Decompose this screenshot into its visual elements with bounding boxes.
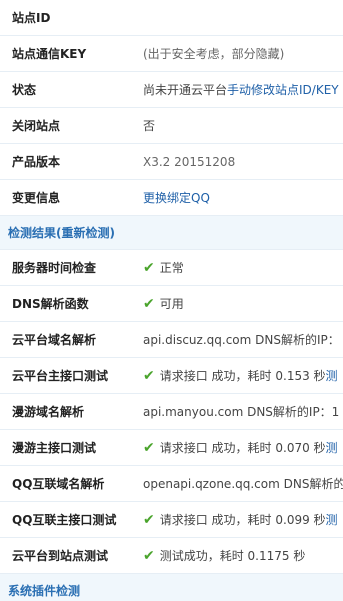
label-close-site: 关闭站点 — [12, 119, 61, 133]
row-site-id: 站点ID — [0, 0, 343, 36]
cloud-platform-diagnostics: 站点ID 站点通信KEY (出于安全考虑，部分隐藏) 状态 尚未开通云平台 手动… — [0, 0, 343, 601]
value-dns-function: ✔ 可用 — [133, 295, 184, 312]
label-site-key: 站点通信KEY — [12, 47, 87, 61]
label-status: 状态 — [12, 83, 37, 97]
row-close-site: 关闭站点 否 — [0, 108, 343, 144]
detect-results-title: 检测结果( — [8, 226, 62, 240]
detect-results-title-end: ) — [109, 225, 115, 240]
dns-function-status: 可用 — [159, 297, 184, 311]
label-cloud-domain-resolve: 云平台域名解析 — [12, 333, 97, 347]
row-cloud-to-site-test: 云平台到站点测试 ✔ 测试成功，耗时 0.1175 秒 — [0, 538, 343, 574]
row-manyou-main-api-test: 漫游主接口测试 ✔ 请求接口 成功，耗时 0.070 秒 测 — [0, 430, 343, 466]
row-qq-connect-main-api-test: QQ互联主接口测试 ✔ 请求接口 成功，耗时 0.099 秒 测 — [0, 502, 343, 538]
label-site-id: 站点ID — [12, 11, 51, 25]
label-manyou-main-api-test: 漫游主接口测试 — [12, 441, 97, 455]
change-bound-qq-link[interactable]: 更换绑定QQ — [143, 189, 210, 206]
system-plugin-check-title: 系统插件检测 — [8, 584, 81, 598]
value-server-time-check: ✔ 正常 — [133, 259, 184, 276]
check-icon: ✔ — [143, 511, 155, 528]
system-plugin-check-header: 系统插件检测 — [0, 574, 343, 601]
label-manyou-domain-resolve: 漫游域名解析 — [12, 405, 85, 419]
label-product-version: 产品版本 — [12, 155, 61, 169]
value-cloud-domain-resolve: api.discuz.qq.com DNS解析的IP： — [143, 333, 340, 347]
manyou-main-api-test-link[interactable]: 测 — [326, 439, 338, 456]
check-icon: ✔ — [143, 259, 155, 276]
detect-results-header: 检测结果( 重新检测 ) — [0, 216, 343, 250]
row-cloud-main-api-test: 云平台主接口测试 ✔ 请求接口 成功，耗时 0.153 秒 测 — [0, 358, 343, 394]
row-dns-function: DNS解析函数 ✔ 可用 — [0, 286, 343, 322]
row-site-key: 站点通信KEY (出于安全考虑，部分隐藏) — [0, 36, 343, 72]
value-manyou-domain-resolve: api.manyou.com DNS解析的IP：1 — [143, 405, 340, 419]
row-manyou-domain-resolve: 漫游域名解析 api.manyou.com DNS解析的IP：1 — [0, 394, 343, 430]
cloud-main-api-test-link[interactable]: 测 — [326, 367, 338, 384]
qq-connect-main-api-test-link[interactable]: 测 — [326, 511, 338, 528]
cloud-main-api-result: 请求接口 成功，耗时 0.153 秒 — [159, 369, 326, 383]
value-change-info: 更换绑定QQ — [133, 189, 210, 206]
status-text: 尚未开通云平台 — [143, 83, 228, 97]
check-icon: ✔ — [143, 295, 155, 312]
value-product-version: X3.2 20151208 — [143, 154, 236, 169]
edit-site-id-key-link[interactable]: 手动修改站点ID/KEY — [227, 81, 339, 98]
value-qq-connect-main-api-test: ✔ 请求接口 成功，耗时 0.099 秒 测 — [133, 511, 338, 528]
manyou-main-api-result: 请求接口 成功，耗时 0.070 秒 — [159, 441, 326, 455]
value-status: 尚未开通云平台 手动修改站点ID/KEY — [133, 81, 339, 98]
server-time-status: 正常 — [159, 261, 184, 275]
label-cloud-to-site-test: 云平台到站点测试 — [12, 549, 109, 563]
row-change-info: 变更信息 更换绑定QQ — [0, 180, 343, 216]
label-change-info: 变更信息 — [12, 191, 61, 205]
label-qq-connect-main-api-test: QQ互联主接口测试 — [12, 513, 117, 527]
label-server-time-check: 服务器时间检查 — [12, 261, 97, 275]
check-icon: ✔ — [143, 367, 155, 384]
value-site-key: (出于安全考虑，部分隐藏) — [143, 47, 285, 61]
recheck-link[interactable]: 重新检测 — [62, 224, 110, 241]
cloud-to-site-result: 测试成功，耗时 0.1175 秒 — [159, 549, 306, 563]
label-qq-connect-domain-resolve: QQ互联域名解析 — [12, 477, 105, 491]
label-cloud-main-api-test: 云平台主接口测试 — [12, 369, 109, 383]
row-server-time-check: 服务器时间检查 ✔ 正常 — [0, 250, 343, 286]
qq-connect-main-api-result: 请求接口 成功，耗时 0.099 秒 — [159, 513, 326, 527]
value-cloud-to-site-test: ✔ 测试成功，耗时 0.1175 秒 — [133, 547, 305, 564]
row-status: 状态 尚未开通云平台 手动修改站点ID/KEY — [0, 72, 343, 108]
check-icon: ✔ — [143, 439, 155, 456]
row-product-version: 产品版本 X3.2 20151208 — [0, 144, 343, 180]
value-cloud-main-api-test: ✔ 请求接口 成功，耗时 0.153 秒 测 — [133, 367, 338, 384]
value-manyou-main-api-test: ✔ 请求接口 成功，耗时 0.070 秒 测 — [133, 439, 338, 456]
value-close-site: 否 — [143, 119, 156, 133]
value-qq-connect-domain-resolve: openapi.qzone.qq.com DNS解析的 — [143, 477, 343, 491]
row-qq-connect-domain-resolve: QQ互联域名解析 openapi.qzone.qq.com DNS解析的 — [0, 466, 343, 502]
check-icon: ✔ — [143, 547, 155, 564]
row-cloud-domain-resolve: 云平台域名解析 api.discuz.qq.com DNS解析的IP： — [0, 322, 343, 358]
label-dns-function: DNS解析函数 — [12, 297, 89, 311]
